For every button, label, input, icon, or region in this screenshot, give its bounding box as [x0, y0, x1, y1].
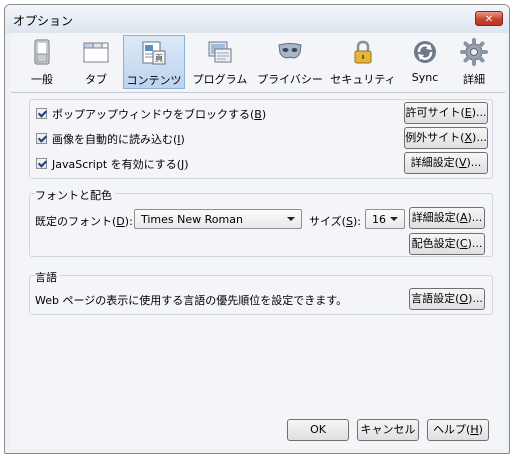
popup-block-checkbox[interactable] — [36, 108, 47, 119]
tab-general[interactable]: 一般 — [19, 35, 65, 89]
tab-applications[interactable]: プログラム — [187, 35, 253, 89]
cancel-button[interactable]: キャンセル — [357, 419, 419, 441]
window-title: オプション — [13, 14, 74, 28]
load-images-label: 画像を自動的に読み込む(I) — [52, 133, 185, 146]
tab-security-label: セキュリティ — [330, 73, 396, 86]
tab-security[interactable]: セキュリティ — [327, 35, 399, 89]
content-pane: ポップアップウィンドウをブロックする(B) 許可サイト(E)... 画像を自動的… — [11, 93, 505, 449]
fonts-colors-title: フォントと配色 — [35, 187, 115, 203]
tab-tabs-label: タブ — [85, 73, 107, 86]
load-images-checkbox[interactable] — [36, 133, 47, 144]
chevron-down-icon — [287, 217, 295, 221]
tab-advanced-label: 詳細 — [463, 73, 485, 86]
tab-sync-label: Sync — [411, 71, 439, 84]
tab-general-label: 一般 — [31, 73, 53, 86]
applications-icon — [208, 41, 232, 63]
tabs-icon — [83, 42, 109, 63]
languages-button[interactable]: 言語設定(O)... — [409, 288, 485, 310]
tab-privacy[interactable]: プライバシー — [255, 35, 325, 89]
font-advanced-button[interactable]: 詳細設定(A)... — [409, 207, 485, 229]
lock-icon — [354, 40, 372, 64]
tab-content[interactable]: 頁 コンテンツ — [123, 35, 185, 89]
help-button[interactable]: ヘルプ(H) — [427, 419, 489, 441]
javascript-checkbox[interactable] — [36, 158, 47, 169]
image-exceptions-button[interactable]: 例外サイト(X)... — [404, 127, 488, 149]
tab-tabs[interactable]: タブ — [73, 35, 119, 89]
languages-title: 言語 — [35, 269, 60, 285]
javascript-label: JavaScript を有効にする(J) — [52, 158, 189, 171]
colors-button[interactable]: 配色設定(C)... — [409, 233, 485, 255]
tab-applications-label: プログラム — [192, 73, 248, 86]
content-icon: 頁 — [142, 41, 166, 65]
font-size-value: 16 — [372, 213, 386, 226]
title-bar: オプション ✕ — [5, 5, 509, 33]
chevron-down-icon — [390, 217, 398, 221]
languages-description: Web ページの表示に使用する言語の優先順位を設定できます。 — [35, 294, 348, 307]
pane-toolbar: 一般 タブ 頁 コンテンツ プログラム プライバシー セキュリティ Sync 詳… — [11, 33, 505, 91]
switch-icon — [34, 39, 50, 65]
gear-icon — [460, 38, 488, 66]
mask-icon — [278, 43, 302, 59]
close-button[interactable]: ✕ — [475, 11, 503, 26]
ok-button[interactable]: OK — [287, 419, 349, 441]
tab-sync[interactable]: Sync — [403, 35, 447, 89]
font-size-label: サイズ(S): — [309, 215, 361, 228]
default-font-label: 既定のフォント(D): — [35, 215, 133, 228]
default-font-select[interactable]: Times New Roman — [134, 209, 302, 229]
options-window: オプション ✕ 一般 タブ 頁 コンテンツ プログラム プライバシー セキュリテ… — [4, 4, 510, 454]
tab-content-label: コンテンツ — [126, 74, 182, 87]
default-font-value: Times New Roman — [141, 213, 243, 226]
javascript-advanced-button[interactable]: 詳細設定(V)... — [404, 152, 488, 174]
popup-block-label: ポップアップウィンドウをブロックする(B) — [52, 108, 267, 121]
allowed-sites-button[interactable]: 許可サイト(E)... — [404, 102, 488, 124]
svg-text:頁: 頁 — [155, 54, 163, 63]
sync-icon — [414, 41, 436, 63]
tab-privacy-label: プライバシー — [257, 73, 323, 86]
tab-advanced[interactable]: 詳細 — [451, 35, 497, 89]
content-options-group: ポップアップウィンドウをブロックする(B) 許可サイト(E)... 画像を自動的… — [29, 99, 493, 179]
font-size-select[interactable]: 16 — [365, 209, 405, 229]
